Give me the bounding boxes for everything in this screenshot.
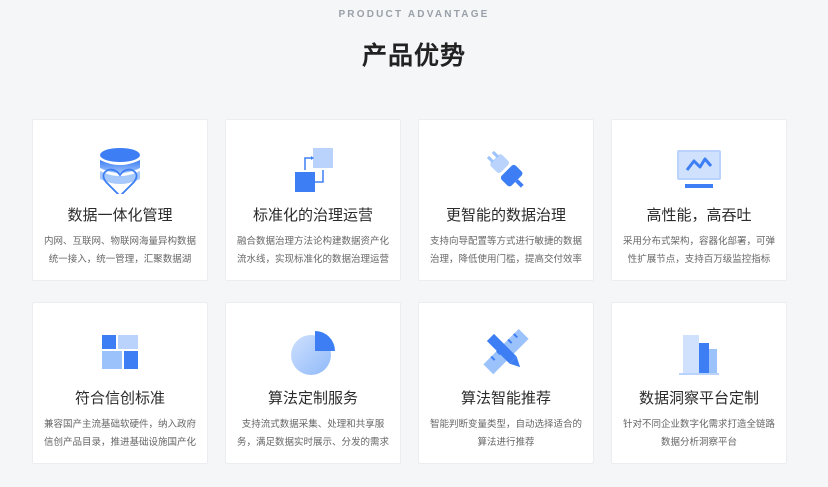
card-description: 融合数据治理方法论构建数据资产化流水线，实现标准化的数据治理运营 (236, 236, 389, 265)
card-title: 更智能的数据治理 (445, 206, 566, 224)
database-heart-icon (96, 146, 144, 194)
advantage-card: 数据洞察平台定制 针对不同企业数字化需求打造全链路数据分析洞察平台 (611, 302, 787, 464)
pie-chart-icon (289, 329, 337, 377)
card-title: 符合信创标准 (74, 389, 165, 407)
ruler-pencil-icon (482, 329, 530, 377)
advantage-card: 算法定制服务 支持流式数据采集、处理和共享服务，满足数据实时展示、分发的需求 (225, 302, 401, 464)
card-title: 算法定制服务 (267, 389, 358, 407)
card-title: 数据一体化管理 (67, 206, 173, 224)
card-title: 数据洞察平台定制 (638, 389, 759, 407)
card-description: 支持向导配置等方式进行敏捷的数据治理，降低使用门槛，提高交付效率 (429, 236, 582, 265)
advantage-card: 符合信创标准 兼容国产主流基础软硬件，纳入政府信创产品目录，推进基础设施国产化 (32, 302, 208, 464)
card-title: 标准化的治理运营 (252, 206, 373, 224)
advantage-card: 标准化的治理运营 融合数据治理方法论构建数据资产化流水线，实现标准化的数据治理运… (225, 119, 401, 281)
advantage-card: 更智能的数据治理 支持向导配置等方式进行敏捷的数据治理，降低使用门槛，提高交付效… (418, 119, 594, 281)
advantage-card: 算法智能推荐 智能判断变量类型，自动选择适合的算法进行推荐 (418, 302, 594, 464)
monitor-chart-icon (675, 146, 723, 194)
card-description: 内网、互联网、物联网海量异构数据统一接入，统一管理，汇聚数据湖 (43, 236, 196, 265)
advantage-card: 数据一体化管理 内网、互联网、物联网海量异构数据统一接入，统一管理，汇聚数据湖 (32, 119, 208, 281)
card-description: 采用分布式架构，容器化部署，可弹性扩展节点，支持百万级监控指标 (622, 236, 775, 265)
flow-blocks-icon (289, 146, 337, 194)
card-description: 针对不同企业数字化需求打造全链路数据分析洞察平台 (622, 419, 775, 448)
plug-icon (482, 146, 530, 194)
section-eyebrow: PRODUCT ADVANTAGE (338, 9, 490, 20)
section-title: 产品优势 (361, 41, 466, 70)
buildings-icon (675, 329, 723, 377)
grid-blocks-icon (96, 329, 144, 377)
card-title: 算法智能推荐 (460, 389, 551, 407)
card-title: 高性能，高吞吐 (646, 206, 752, 224)
card-description: 兼容国产主流基础软硬件，纳入政府信创产品目录，推进基础设施国产化 (43, 419, 196, 448)
card-description: 支持流式数据采集、处理和共享服务，满足数据实时展示、分发的需求 (236, 419, 389, 448)
card-description: 智能判断变量类型，自动选择适合的算法进行推荐 (429, 419, 582, 448)
advantage-card: 高性能，高吞吐 采用分布式架构，容器化部署，可弹性扩展节点，支持百万级监控指标 (611, 119, 787, 281)
